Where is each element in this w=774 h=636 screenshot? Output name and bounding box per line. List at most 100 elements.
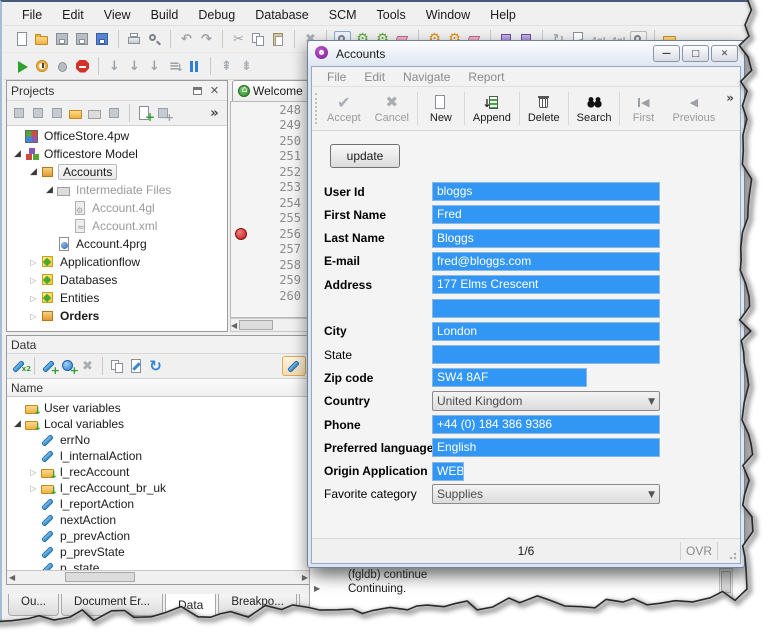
expander-icon[interactable]: ◢	[11, 419, 24, 429]
open-folder-icon[interactable]	[34, 31, 51, 48]
menu-help[interactable]: Help	[480, 6, 526, 24]
toolbar-button-append[interactable]: Append	[466, 87, 518, 130]
menu-window[interactable]: Window	[416, 6, 480, 24]
build-gray-icon[interactable]	[30, 105, 47, 122]
line-number-row[interactable]: 260	[231, 288, 309, 304]
close-panel-icon[interactable]	[206, 82, 223, 99]
field-preferred-language-input[interactable]: English	[432, 438, 660, 457]
field-address-input[interactable]: 177 Elms Crescent	[432, 275, 660, 294]
run-play-icon[interactable]	[14, 58, 31, 75]
scroll-right-arrow-icon[interactable]: ▶	[302, 573, 308, 582]
tree-item-p-prevstate[interactable]: p_prevState	[7, 544, 310, 560]
pause-blue-icon[interactable]	[186, 58, 203, 75]
build-all-gray-icon[interactable]	[11, 105, 28, 122]
new-file-plus-icon[interactable]	[136, 105, 153, 122]
tree-item-orders[interactable]: ▷Orders	[7, 307, 227, 325]
menu-debug[interactable]: Debug	[188, 6, 245, 24]
package-gray-icon[interactable]	[106, 105, 123, 122]
dialog-menu-navigate[interactable]: Navigate	[394, 69, 459, 85]
data-column-header[interactable]: Name	[7, 379, 310, 397]
line-number-row[interactable]: 248	[231, 102, 309, 118]
tree-item-databases[interactable]: ▷Databases	[7, 271, 227, 289]
tree-item-l-internalaction[interactable]: l_internalAction	[7, 448, 310, 464]
field-blank-input[interactable]	[432, 299, 660, 318]
menu-scm[interactable]: SCM	[319, 6, 367, 24]
toolbar-button-search[interactable]: Search	[570, 87, 619, 130]
update-button[interactable]: update	[330, 144, 400, 168]
resize-grip[interactable]	[727, 550, 737, 560]
stop-red-icon[interactable]	[74, 58, 91, 75]
chevron-more-icon[interactable]	[206, 105, 223, 122]
tree-item-officestore-4pw[interactable]: OfficeStore.4pw	[7, 127, 227, 145]
data-horizontal-scrollbar[interactable]: ◀ ▶	[7, 570, 310, 584]
editor-horizontal-scrollbar[interactable]: ◀	[230, 318, 310, 332]
toolbar-button-previous[interactable]: Previous	[665, 87, 722, 130]
step-into-icon[interactable]	[126, 58, 143, 75]
x-gray-icon[interactable]	[79, 358, 96, 375]
scroll-left-arrow-icon[interactable]: ◀	[9, 573, 15, 582]
edit-mode-toggle-button[interactable]	[282, 356, 306, 376]
scrollbar-thumb[interactable]	[65, 572, 135, 582]
field-last-name-input[interactable]: Bloggs	[432, 229, 660, 248]
expander-icon[interactable]: ◢	[11, 149, 24, 159]
dialog-menu-edit[interactable]: Edit	[355, 69, 394, 85]
float-panel-icon[interactable]	[189, 82, 206, 99]
tree-item-intermediate-files[interactable]: ◢Intermediate Files	[7, 181, 227, 199]
line-number-row[interactable]: 256	[231, 226, 309, 242]
tree-item-account-4gl[interactable]: Account.4gl	[7, 199, 227, 217]
bottom-tab-ou[interactable]: Ou...	[8, 594, 59, 616]
undo-icon[interactable]	[178, 31, 195, 48]
redo-icon[interactable]	[198, 31, 215, 48]
breakpoint-icon[interactable]	[235, 228, 247, 240]
floppy-blue-icon[interactable]	[94, 31, 111, 48]
editor-tab-welcome[interactable]: Welcome	[232, 80, 310, 101]
globe-add-icon[interactable]	[60, 358, 77, 375]
field-country-select[interactable]: United Kingdom▼	[432, 391, 660, 411]
paste-icon[interactable]	[270, 31, 287, 48]
tree-item-accounts[interactable]: ◢Accounts	[7, 163, 227, 181]
line-number-row[interactable]: 251	[231, 149, 309, 165]
tree-item-l-recaccount[interactable]: ▷l_recAccount	[7, 464, 310, 480]
tree-item-user-variables[interactable]: User variables	[7, 400, 310, 416]
tree-item-account-4prg[interactable]: Account.4prg	[7, 235, 227, 253]
tree-item-errno[interactable]: errNo	[7, 432, 310, 448]
console-vertical-scrollbar[interactable]	[719, 568, 733, 612]
tree-item-l-reportaction[interactable]: l_reportAction	[7, 496, 310, 512]
line-number-row[interactable]: 253	[231, 180, 309, 196]
package-add-gray-icon[interactable]	[155, 105, 172, 122]
pencil-x2-icon[interactable]	[11, 358, 28, 375]
build-down-icon[interactable]	[238, 58, 255, 75]
toolbar-button-cancel[interactable]: Cancel	[368, 87, 416, 130]
tree-item-applicationflow[interactable]: ▷Applicationflow	[7, 253, 227, 271]
floppy-icon[interactable]	[74, 31, 91, 48]
line-number-row[interactable]: 249	[231, 118, 309, 134]
dialog-titlebar[interactable]: Accounts —□✕	[308, 41, 744, 66]
field-state-input[interactable]	[432, 345, 660, 364]
toolbar-overflow-chevron[interactable]: »	[726, 91, 734, 105]
tree-item-l-recaccount-br-uk[interactable]: ▷l_recAccount_br_uk	[7, 480, 310, 496]
tree-item-p-prevaction[interactable]: p_prevAction	[7, 528, 310, 544]
copy-icon[interactable]	[109, 358, 126, 375]
print-icon[interactable]	[126, 31, 143, 48]
menu-view[interactable]: View	[94, 6, 141, 24]
new-file-icon[interactable]	[14, 31, 31, 48]
field-city-input[interactable]: London	[432, 322, 660, 341]
expander-icon[interactable]: ▷	[27, 258, 40, 267]
expander-icon[interactable]: ▷	[27, 484, 40, 493]
toolbar-button-new[interactable]: New	[419, 87, 463, 130]
build-up-icon[interactable]	[218, 58, 235, 75]
floppy-icon[interactable]	[54, 31, 71, 48]
expander-icon[interactable]: ▷	[27, 312, 40, 321]
copy-icon[interactable]	[250, 31, 267, 48]
rebuild-gray-icon[interactable]	[49, 105, 66, 122]
menu-database[interactable]: Database	[245, 6, 319, 24]
profile-clock-icon[interactable]	[34, 58, 51, 75]
editor-line-gutter[interactable]: 248249250251252253254255256257258259260	[230, 101, 310, 318]
refresh-blue-icon[interactable]	[147, 358, 164, 375]
toolbar-button-first[interactable]: First	[621, 87, 665, 130]
expander-icon[interactable]: ◢	[43, 185, 56, 195]
expander-icon[interactable]: ▷	[27, 468, 40, 477]
dialog-menu-report[interactable]: Report	[459, 69, 513, 85]
close-button[interactable]: ✕	[711, 45, 738, 62]
folder-open-orange-icon[interactable]	[68, 105, 85, 122]
